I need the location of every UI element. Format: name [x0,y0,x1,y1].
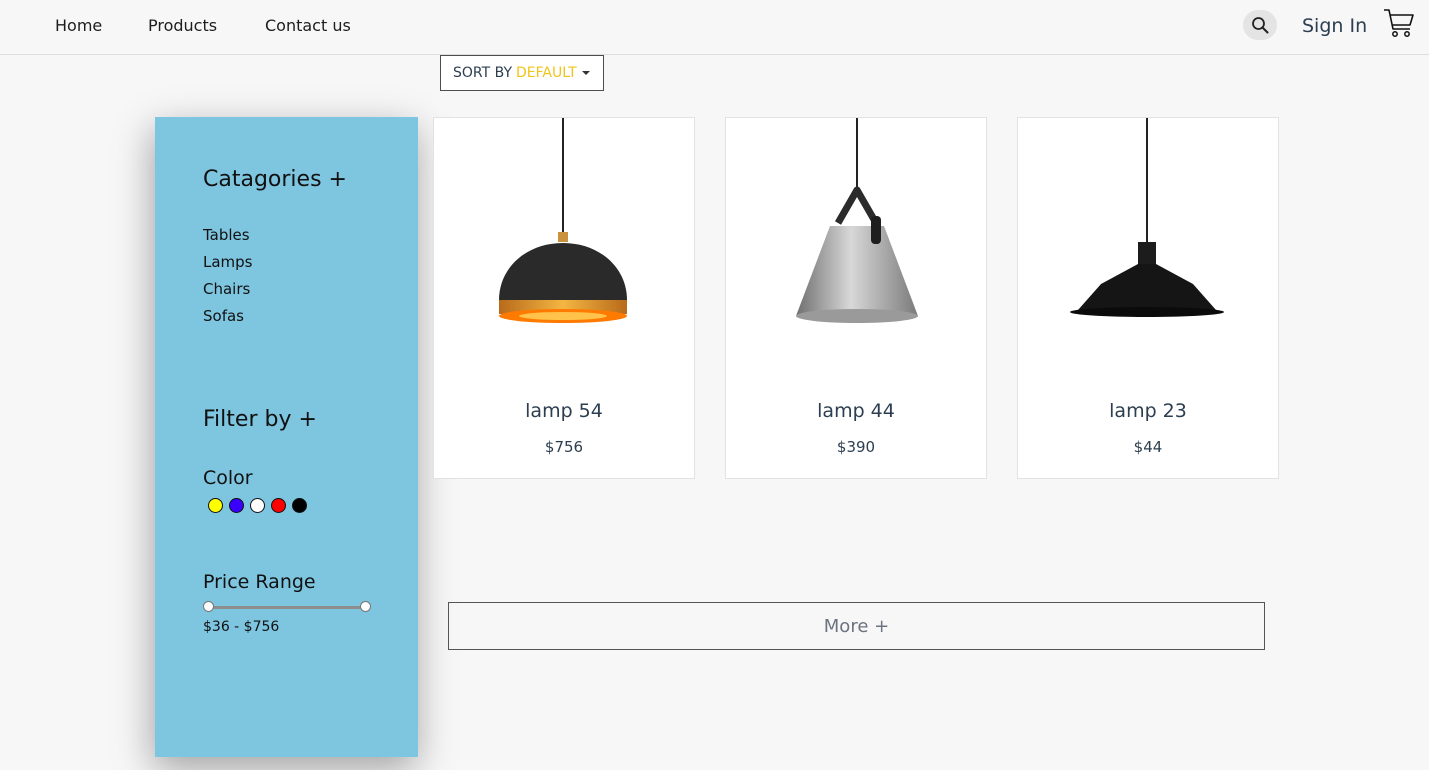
product-card[interactable]: lamp 44 $390 [725,117,987,479]
pendant-lamp-dome-image [499,118,627,323]
sort-dropdown[interactable]: SORT BY DEFAULT [440,55,604,91]
color-swatch-black[interactable] [292,498,307,513]
shopping-cart-icon[interactable] [1383,7,1415,39]
category-chairs[interactable]: Chairs [203,280,250,298]
nav-link-products[interactable]: Products [148,16,217,35]
pendant-lamp-cone-image [796,118,918,323]
sort-label: SORT BY [453,65,513,81]
color-label: Color [203,467,253,489]
color-swatch-white[interactable] [250,498,265,513]
price-slider-min-handle[interactable] [203,601,214,612]
category-lamps[interactable]: Lamps [203,253,253,271]
more-button[interactable]: More + [448,602,1265,650]
filter-sidebar: Catagories + Tables Lamps Chairs Sofas F… [155,117,418,757]
product-price: $390 [836,438,876,456]
nav-link-home[interactable]: Home [55,16,102,35]
product-price: $44 [1133,438,1163,456]
categories-heading[interactable]: Catagories + [203,167,347,192]
category-tables[interactable]: Tables [203,226,250,244]
search-button[interactable] [1243,10,1277,40]
price-range-value: $36 - $756 [203,619,280,635]
top-navigation-bar: Home Products Contact us Sign In [0,0,1429,55]
nav-link-contact[interactable]: Contact us [265,16,351,35]
color-swatch-blue[interactable] [229,498,244,513]
category-sofas[interactable]: Sofas [203,307,244,325]
sign-in-link[interactable]: Sign In [1302,15,1367,37]
color-swatch-yellow[interactable] [208,498,223,513]
filter-heading[interactable]: Filter by + [203,407,317,432]
sort-value: DEFAULT [516,65,577,81]
product-name: lamp 54 [525,400,603,422]
price-slider-max-handle[interactable] [360,601,371,612]
search-icon [1252,17,1269,34]
color-swatch-red[interactable] [271,498,286,513]
pendant-lamp-industrial-image [1070,118,1224,317]
product-name: lamp 23 [1109,400,1187,422]
price-range-label: Price Range [203,571,316,593]
product-card[interactable]: lamp 23 $44 [1017,117,1279,479]
price-slider-track[interactable] [208,606,366,609]
product-card[interactable]: lamp 54 $756 [433,117,695,479]
product-name: lamp 44 [817,400,895,422]
caret-down-icon [581,71,590,75]
color-swatches [208,498,307,513]
product-price: $756 [544,438,584,456]
